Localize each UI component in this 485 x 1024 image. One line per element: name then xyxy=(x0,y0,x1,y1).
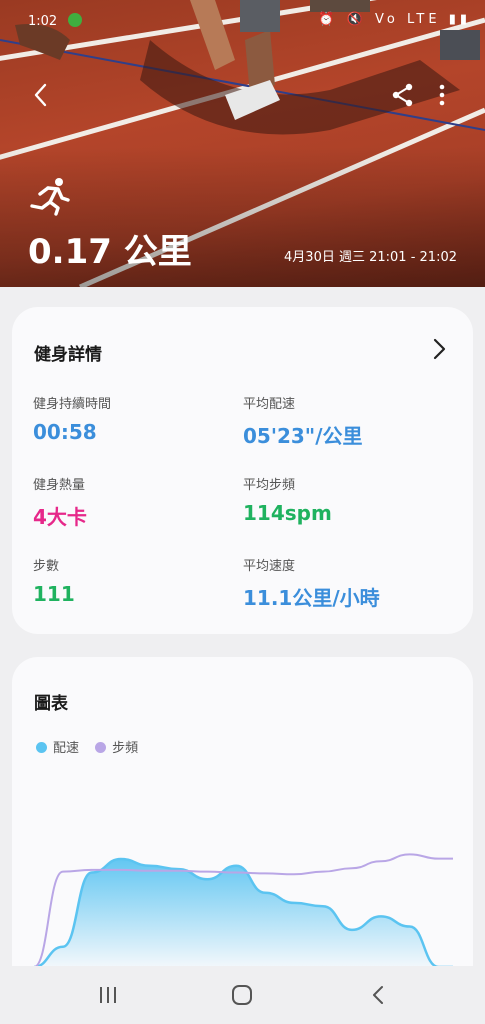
status-bar: 1:02 ⏰ 🔇 Vo LTE ▮▮ xyxy=(0,0,485,44)
metric-avg-speed: 平均速度 11.1公里/小時 xyxy=(243,555,380,611)
pace-series-area xyxy=(34,859,453,967)
metric-value: 4大卡 xyxy=(33,505,87,529)
metric-value: 111 xyxy=(33,582,75,606)
nav-back-icon[interactable] xyxy=(370,984,386,1006)
legend-label: 配速 xyxy=(53,741,80,756)
metric-calories: 健身熱量 4大卡 xyxy=(33,474,87,530)
workout-details-card: 健身詳情 健身持續時間 00:58 平均配速 05'23"/公里 健身熱量 4大… xyxy=(12,307,473,634)
legend-swatch xyxy=(95,742,107,753)
running-icon xyxy=(30,178,70,216)
legend-swatch xyxy=(36,742,47,753)
metric-avg-cadence: 平均步頻 114spm xyxy=(243,474,332,525)
back-arrow-icon[interactable] xyxy=(26,80,56,110)
metric-value: 05'23"/公里 xyxy=(243,424,363,448)
metric-value: 00:58 xyxy=(33,420,97,444)
metric-steps: 步數 111 xyxy=(33,555,75,606)
workout-datetime: 4月30日 週三 21:01 - 21:02 xyxy=(284,250,457,265)
recent-apps-icon[interactable] xyxy=(97,985,119,1005)
metric-label: 健身熱量 xyxy=(33,478,86,493)
metric-label: 平均速度 xyxy=(243,559,296,574)
legend-item-cadence: 步頻 xyxy=(95,737,138,756)
legend-item-pace: 配速 xyxy=(36,737,79,756)
metric-label: 步數 xyxy=(33,559,60,574)
metric-label: 平均步頻 xyxy=(243,478,296,493)
status-time: 1:02 xyxy=(28,14,58,29)
more-vert-icon[interactable] xyxy=(430,82,454,108)
metric-label: 健身持續時間 xyxy=(33,397,112,412)
metric-avg-pace: 平均配速 05'23"/公里 xyxy=(243,393,363,449)
workout-distance: 0.17 公里 xyxy=(28,232,192,272)
chevron-right-icon[interactable] xyxy=(430,337,448,361)
metric-value: 11.1公里/小時 xyxy=(243,586,380,610)
metric-label: 平均配速 xyxy=(243,397,296,412)
share-icon[interactable] xyxy=(390,82,416,108)
metric-value: 114spm xyxy=(243,501,332,525)
home-icon[interactable] xyxy=(231,984,253,1006)
chart-title: 圖表 xyxy=(34,694,68,714)
metric-duration: 健身持續時間 00:58 xyxy=(33,393,111,444)
system-status-icons: ⏰ 🔇 Vo LTE ▮▮ xyxy=(318,12,471,27)
chart-legend: 配速 步頻 xyxy=(36,737,150,756)
legend-label: 步頻 xyxy=(112,741,139,756)
details-title: 健身詳情 xyxy=(34,345,102,365)
app-notification-icon xyxy=(68,13,82,27)
